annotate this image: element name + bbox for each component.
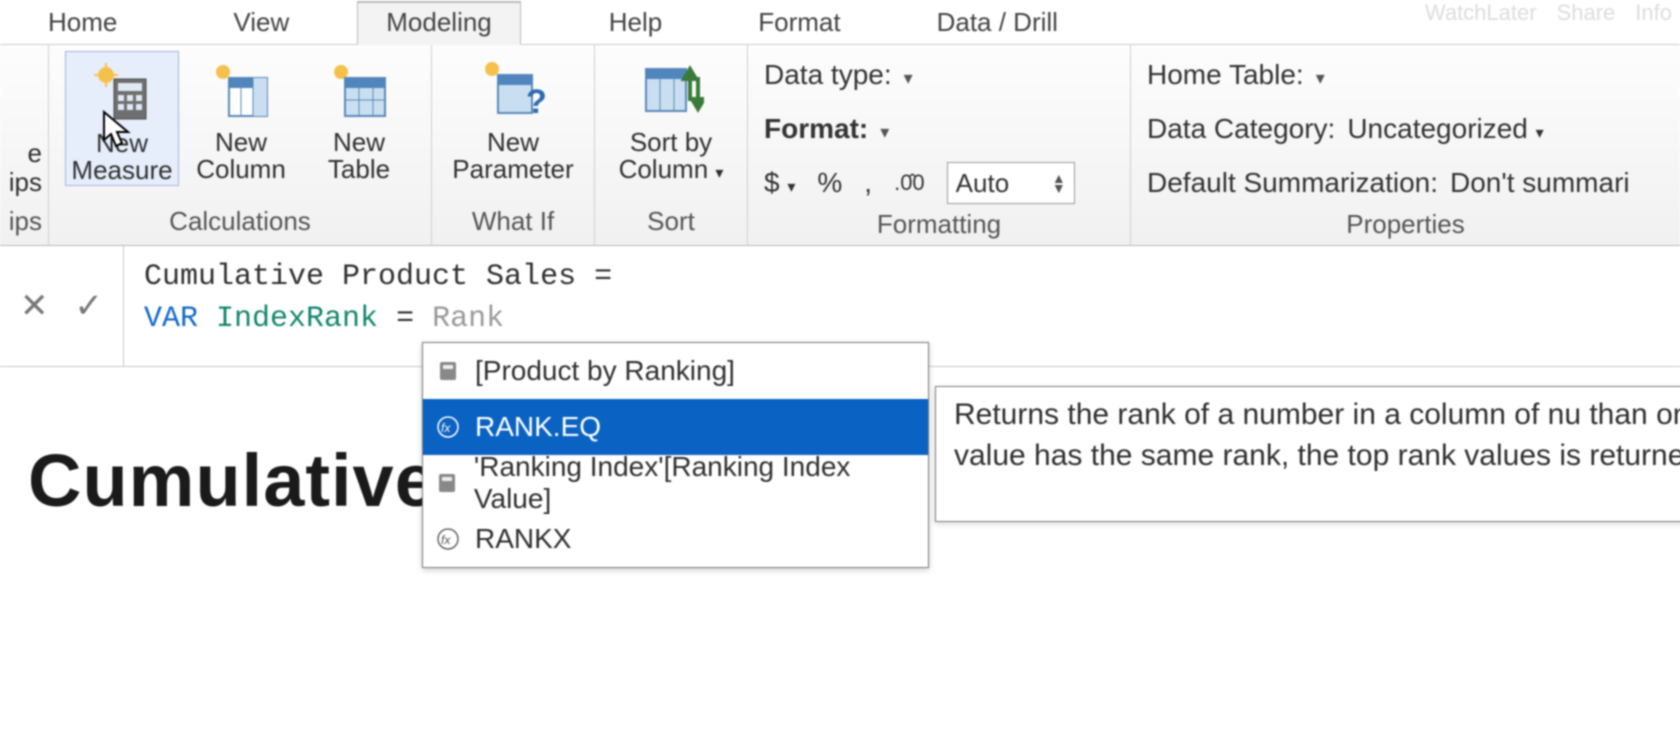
intellisense-item[interactable]: fx RANKX bbox=[423, 511, 928, 567]
format-label: Format: bbox=[764, 113, 868, 145]
home-table-dropdown[interactable] bbox=[1316, 59, 1325, 91]
measure-icon bbox=[435, 358, 461, 384]
info[interactable]: Info bbox=[1635, 0, 1672, 26]
new-parameter-button[interactable]: ? New Parameter bbox=[448, 51, 578, 184]
new-measure-button[interactable]: New Measure bbox=[65, 51, 179, 186]
sort-by-column-label-2: Column ▾ bbox=[619, 156, 724, 183]
group-label-sort: Sort bbox=[611, 202, 731, 243]
report-title: Cumulative bbox=[28, 438, 437, 523]
intellisense-item-selected[interactable]: fx RANK.EQ bbox=[423, 399, 928, 455]
group-whatif: ? New Parameter What If bbox=[432, 45, 595, 245]
group-label-formatting: Formatting bbox=[764, 205, 1114, 246]
measure-icon bbox=[435, 470, 460, 496]
data-type-label: Data type: bbox=[764, 59, 892, 91]
group-calculations: New Measure New Column bbox=[49, 45, 432, 245]
fx-icon: fx bbox=[435, 414, 461, 440]
intellisense-item-label: RANK.EQ bbox=[475, 411, 601, 443]
new-column-label-1: New bbox=[215, 129, 267, 156]
new-measure-label-2: Measure bbox=[71, 157, 172, 184]
intellisense-tooltip: Returns the rank of a number in a column… bbox=[935, 386, 1680, 522]
intellisense-item-label: RANKX bbox=[475, 523, 571, 555]
sort-by-column-label-1: Sort by bbox=[630, 129, 712, 156]
formula-editor[interactable]: Cumulative Product Sales = VAR IndexRank… bbox=[124, 246, 1680, 350]
intellisense-item-label: 'Ranking Index'[Ranking Index Value] bbox=[474, 451, 916, 515]
formula-cancel-button[interactable]: ✕ bbox=[20, 286, 49, 326]
new-column-label-2: Column bbox=[196, 156, 286, 183]
new-parameter-icon: ? bbox=[480, 57, 546, 123]
formula-line1: Cumulative Product Sales = bbox=[144, 260, 612, 294]
new-table-icon bbox=[326, 57, 392, 123]
group-formatting: Data type: Format: $ ▾ % , .0̂0 Auto ▲▼ bbox=[748, 45, 1131, 245]
new-measure-icon bbox=[89, 58, 155, 124]
spinner-arrows-icon[interactable]: ▲▼ bbox=[1052, 173, 1066, 193]
var-name: IndexRank bbox=[216, 302, 378, 336]
new-column-icon bbox=[208, 57, 274, 123]
group-properties: Home Table: Data Category: Uncategorized… bbox=[1131, 45, 1680, 245]
new-table-label-1: New bbox=[333, 129, 385, 156]
group-label-whatif: What If bbox=[448, 202, 578, 243]
svg-text:?: ? bbox=[526, 83, 546, 121]
data-category-value[interactable]: Uncategorized ▾ bbox=[1347, 113, 1543, 145]
intellisense-popup: [Product by Ranking] fx RANK.EQ 'Ranking… bbox=[422, 342, 929, 568]
data-category-label: Data Category: bbox=[1147, 113, 1335, 145]
new-table-button[interactable]: New Table bbox=[303, 51, 415, 184]
typed-text: Rank bbox=[432, 302, 504, 336]
new-measure-label-1: New bbox=[96, 130, 148, 157]
decimals-icon[interactable]: .0̂0 bbox=[894, 170, 925, 196]
group-sort: Sort by Column ▾ Sort bbox=[595, 45, 748, 245]
data-type-dropdown[interactable] bbox=[904, 59, 913, 91]
intellisense-item[interactable]: 'Ranking Index'[Ranking Index Value] bbox=[423, 455, 928, 511]
intellisense-item[interactable]: [Product by Ranking] bbox=[423, 343, 928, 399]
new-table-label-2: Table bbox=[328, 156, 390, 183]
svg-text:fx: fx bbox=[441, 421, 451, 435]
sort-icon bbox=[638, 57, 704, 123]
share[interactable]: Share bbox=[1557, 0, 1616, 26]
tab-modeling[interactable]: Modeling bbox=[357, 1, 521, 45]
thousand-sep-button[interactable]: , bbox=[864, 167, 872, 199]
format-dropdown[interactable] bbox=[880, 113, 889, 145]
video-overlay-actions: WatchLater Share Info bbox=[1425, 0, 1672, 26]
new-parameter-label-2: Parameter bbox=[452, 156, 573, 183]
default-summarization-value[interactable]: Don't summari bbox=[1450, 167, 1630, 199]
decimals-value: Auto bbox=[956, 168, 1010, 199]
formula-accept-button[interactable]: ✓ bbox=[75, 286, 104, 326]
decimals-spinner[interactable]: Auto ▲▼ bbox=[947, 162, 1075, 204]
default-summarization-label: Default Summarization: bbox=[1147, 167, 1438, 199]
new-parameter-label-1: New bbox=[487, 129, 539, 156]
fx-icon: fx bbox=[435, 526, 461, 552]
ribbon: e ips ips New Measur bbox=[0, 45, 1680, 246]
group-label-properties: Properties bbox=[1147, 205, 1664, 246]
tab-home[interactable]: Home bbox=[20, 3, 145, 44]
currency-button[interactable]: $ ▾ bbox=[764, 167, 795, 199]
ribbon-tabs: Home View Modeling Help Format Data / Dr… bbox=[0, 0, 1680, 45]
group-label-relationships: ips bbox=[0, 202, 42, 243]
tab-data-drill[interactable]: Data / Drill bbox=[909, 3, 1086, 44]
svg-text:fx: fx bbox=[441, 533, 451, 547]
kw-var: VAR bbox=[144, 302, 198, 336]
tab-view[interactable]: View bbox=[205, 3, 317, 44]
group-label-calculations: Calculations bbox=[65, 202, 415, 243]
tab-format[interactable]: Format bbox=[730, 3, 868, 44]
watch-later[interactable]: WatchLater bbox=[1425, 0, 1537, 26]
clipped-left-panel: e ips bbox=[0, 51, 42, 196]
tab-help[interactable]: Help bbox=[581, 3, 690, 44]
percent-button[interactable]: % bbox=[817, 167, 842, 199]
sort-by-column-button[interactable]: Sort by Column ▾ bbox=[611, 51, 731, 184]
intellisense-item-label: [Product by Ranking] bbox=[475, 355, 735, 387]
home-table-label: Home Table: bbox=[1147, 59, 1304, 91]
new-column-button[interactable]: New Column bbox=[185, 51, 297, 184]
